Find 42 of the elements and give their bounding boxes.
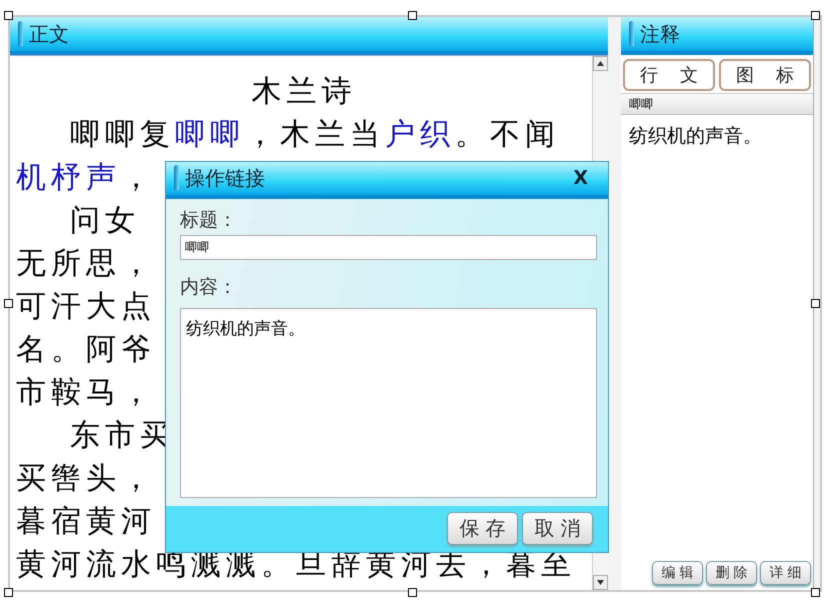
field-label: 内容： (180, 274, 238, 300)
text-link[interactable]: 机杼声 (16, 160, 121, 195)
scroll-down-icon[interactable] (593, 575, 608, 590)
poem-text: 市鞍马， (16, 375, 156, 410)
action-button[interactable]: 删 除 (706, 561, 757, 585)
scroll-up-icon[interactable] (593, 56, 608, 71)
poem-text: 。不闻 (455, 117, 560, 152)
note-text: 纺织机的声音。 (628, 124, 763, 149)
panel-title: 正文 (29, 20, 69, 48)
poem-title: 木兰诗 (250, 73, 358, 111)
text-link[interactable]: 户织 (385, 117, 455, 152)
resize-handle[interactable] (4, 11, 13, 20)
poem-text: 问女 (70, 203, 140, 238)
tab[interactable]: 行 文 (623, 59, 715, 91)
poem-text: ，木兰当 (245, 117, 385, 152)
dialog-button[interactable]: 取 消 (522, 512, 593, 546)
dialog-title: 操作链接 (185, 164, 265, 192)
term-heading: 唧唧 (621, 93, 813, 115)
resize-handle[interactable] (4, 588, 13, 597)
poem-text: 唧唧复 (70, 117, 175, 152)
close-button[interactable]: X (573, 167, 588, 190)
resize-handle[interactable] (408, 11, 417, 20)
resize-handle[interactable] (408, 588, 417, 597)
tab[interactable]: 图 标 (719, 59, 811, 91)
poem-text: 可汗大点 (16, 289, 156, 324)
poem-text: 无所思， (16, 246, 156, 281)
field-label: 标题： (180, 208, 238, 233)
resize-handle[interactable] (4, 299, 13, 308)
content-textarea[interactable]: 纺织机的声音。 (180, 308, 597, 498)
action-button[interactable]: 详 细 (760, 561, 811, 585)
text-link[interactable]: 唧唧 (175, 117, 245, 152)
action-button[interactable]: 编 辑 (652, 561, 703, 585)
dialog-button[interactable]: 保 存 (447, 512, 518, 546)
title-input[interactable]: 唧唧 (180, 234, 597, 260)
resize-handle[interactable] (811, 11, 820, 20)
panel-title: 注释 (640, 20, 680, 48)
resize-handle[interactable] (811, 299, 820, 308)
poem-text: 暮宿黄河 (16, 504, 156, 539)
poem-text: 买辔头， (16, 461, 156, 496)
resize-handle[interactable] (811, 588, 820, 597)
poem-text: ， (121, 160, 156, 195)
poem-text: 名。阿爷 (16, 332, 156, 367)
